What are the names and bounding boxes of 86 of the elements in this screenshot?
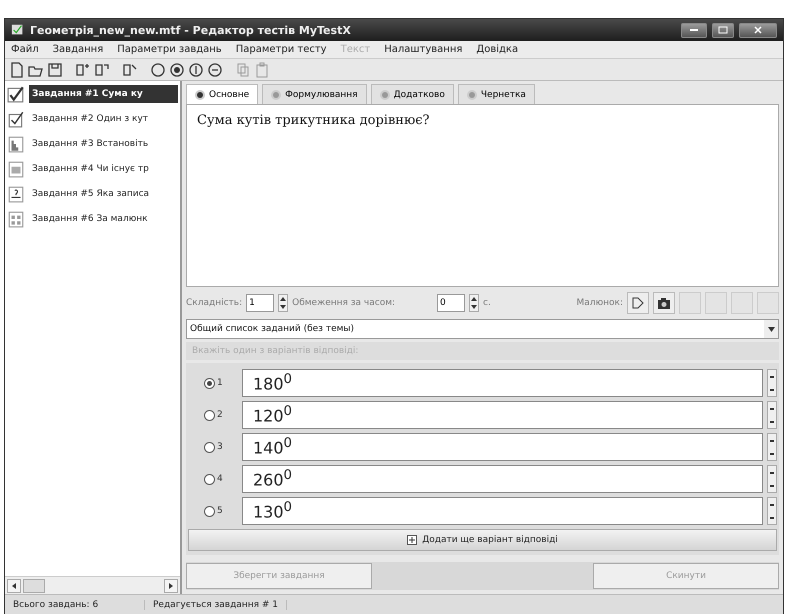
menu-item[interactable]: Параметри завдань — [117, 44, 222, 55]
task-item[interactable]: Завдання #1 Сума ку — [29, 85, 178, 103]
menu-item[interactable]: Завдання — [52, 44, 104, 55]
answer-field[interactable]: 120$^{0}$ — [242, 401, 763, 429]
app-icon — [11, 23, 25, 37]
up-arrow-icon — [280, 297, 286, 301]
spin-buttons[interactable] — [767, 497, 777, 525]
camera-icon — [657, 296, 671, 310]
time-limit-field[interactable]: 0 — [437, 294, 466, 312]
close-icon — [754, 26, 762, 34]
task-item[interactable]: Завдання #5 Яка записа — [29, 185, 178, 203]
task-item[interactable]: Завдання #4 Чи існує тр — [29, 160, 178, 178]
time-limit-label: Обмеження за часом: — [292, 298, 396, 308]
answer-radio[interactable]: 1 — [188, 378, 238, 388]
spin-buttons[interactable] — [469, 294, 480, 312]
answer-field[interactable]: 140$^{0}$ — [242, 433, 763, 461]
answer-radio[interactable]: 4 — [188, 474, 238, 484]
menu-item[interactable]: Файл — [11, 44, 39, 55]
minimize-button[interactable] — [681, 22, 707, 38]
question-editor[interactable]: Сума кутів трикутника дорівнює? — [186, 104, 779, 287]
minimize-icon — [690, 29, 698, 31]
tab[interactable]: Основне — [186, 84, 258, 104]
spin-buttons[interactable] — [767, 433, 777, 461]
answer-radio[interactable]: 2 — [188, 410, 238, 420]
maximize-button[interactable] — [712, 22, 734, 38]
difficulty-label: Складність: — [186, 298, 242, 308]
answer-field[interactable]: 260$^{0}$ — [242, 465, 763, 493]
menu-item[interactable]: Довідка — [476, 44, 518, 55]
down-arrow-icon — [471, 305, 478, 309]
circle-icon[interactable] — [150, 62, 166, 78]
answer-radio[interactable]: 5 — [188, 506, 238, 516]
tab[interactable]: Формулювання — [262, 84, 367, 104]
down-arrow-icon — [280, 305, 286, 309]
circle-icon[interactable] — [207, 62, 223, 78]
status-text: Редагується завдання # 1 — [145, 600, 287, 610]
spin-buttons[interactable] — [278, 294, 288, 312]
dash-icon — [770, 376, 774, 378]
picture-label: Малюнок: — [576, 298, 623, 308]
scroll-thumb[interactable] — [23, 578, 45, 592]
dash-icon — [770, 388, 774, 390]
left-arrow-icon — [12, 582, 16, 588]
answer-field[interactable]: 180$^{0}$ — [242, 369, 763, 397]
circle-icon[interactable] — [169, 62, 185, 78]
camera-button[interactable] — [653, 292, 675, 314]
tab[interactable]: Чернетка — [458, 84, 535, 104]
right-arrow-icon — [169, 582, 173, 588]
menu-item[interactable]: Налаштування — [384, 44, 462, 55]
task-item[interactable]: Завдання #6 За малюнк — [29, 210, 178, 228]
question-text: Сума кутів трикутника дорівнює? — [197, 113, 431, 128]
spin-buttons[interactable] — [767, 369, 777, 397]
tab[interactable]: Додатково — [370, 84, 454, 104]
difficulty-field[interactable]: 1 — [246, 294, 274, 312]
circle-icon[interactable] — [188, 62, 204, 78]
close-button[interactable] — [739, 22, 777, 38]
dash-icon — [770, 484, 774, 486]
plus-icon — [407, 535, 418, 545]
save-icon[interactable] — [47, 62, 63, 78]
add-answer-button[interactable]: Додати ще варіант відповіді — [188, 529, 777, 551]
topic-dropdown[interactable]: Общий список заданий (без темы) — [186, 319, 779, 339]
task-item[interactable]: Завдання #3 Встановіть — [29, 135, 178, 153]
new-file-icon[interactable] — [9, 62, 25, 78]
up-arrow-icon — [471, 297, 478, 301]
dash-icon — [770, 516, 774, 518]
radio-icon — [380, 90, 390, 100]
seconds-unit: с. — [483, 298, 491, 308]
dash-icon — [770, 440, 774, 442]
radio-icon — [195, 90, 205, 100]
task-item[interactable]: Завдання #2 Один з кут — [29, 110, 178, 128]
picture-cursor-button[interactable] — [627, 292, 649, 314]
maximize-icon — [718, 26, 728, 34]
spin-buttons[interactable] — [767, 465, 777, 493]
dash-icon — [770, 420, 774, 422]
dash-icon — [770, 408, 774, 410]
dash-icon — [770, 472, 774, 474]
answer-radio[interactable]: 3 — [188, 442, 238, 452]
radio-icon — [271, 90, 282, 100]
dropdown-arrow-icon — [768, 326, 774, 332]
menu-item[interactable]: Параметри тесту — [236, 44, 327, 55]
dash-icon — [770, 504, 774, 506]
status-text: Всього завдань: 6 — [5, 600, 145, 610]
dash-icon — [770, 452, 774, 454]
radio-icon — [466, 90, 477, 100]
scrollbar[interactable] — [5, 576, 180, 594]
answer-field[interactable]: 130$^{0}$ — [242, 497, 763, 525]
spin-buttons[interactable] — [767, 401, 777, 429]
window-title: Геометрія_new_new.mtf - Редактор тестів MyTestX — [30, 24, 352, 36]
